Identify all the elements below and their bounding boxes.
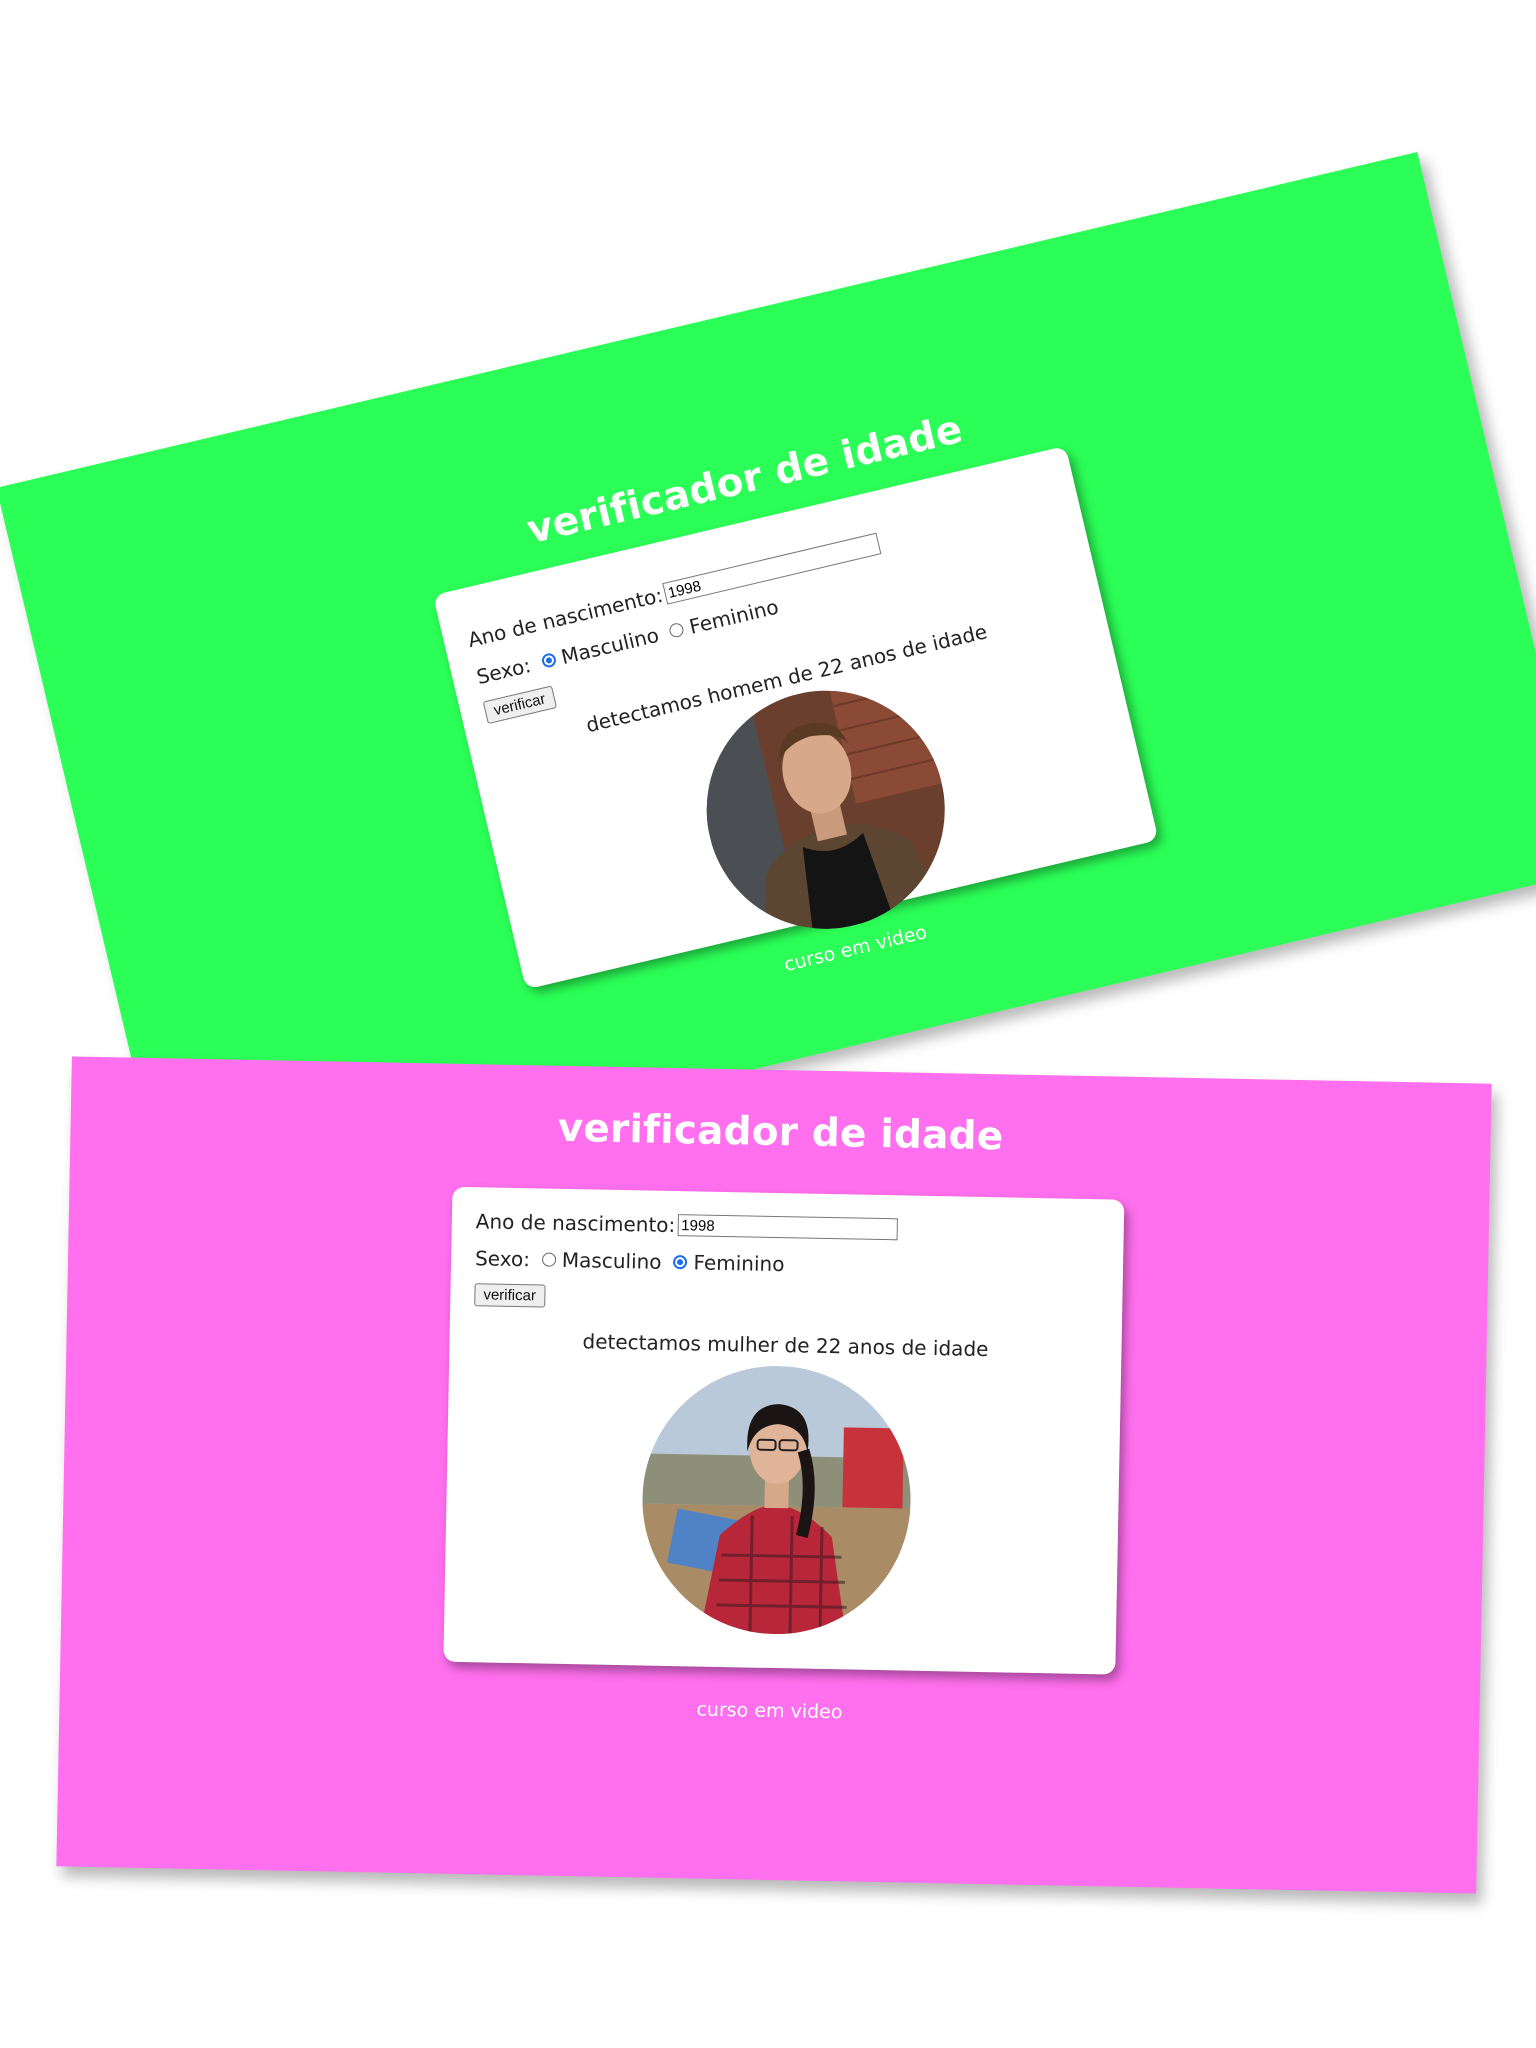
year-input[interactable] (661, 532, 881, 605)
verify-button[interactable]: verificar (482, 685, 557, 725)
sex-label: Sexo: (474, 653, 534, 690)
radio-female-label[interactable]: Feminino (687, 595, 781, 639)
radio-male-label[interactable]: Masculino (559, 623, 661, 669)
form-card: Ano de nascimento: Sexo: Masculino Femin… (443, 1186, 1125, 1675)
page-title: verificador de idade (557, 1105, 1004, 1160)
result-text: detectamos mulher de 22 anos de idade (582, 1329, 989, 1362)
radio-female-label[interactable]: Feminino (693, 1250, 784, 1276)
radio-male[interactable] (540, 651, 558, 669)
year-input[interactable] (677, 1214, 898, 1241)
radio-female[interactable] (673, 1255, 688, 1270)
sex-label: Sexo: (474, 1246, 531, 1272)
button-row: verificar (474, 1283, 546, 1308)
year-label: Ano de nascimento: (475, 1209, 676, 1238)
button-row: verificar (482, 685, 557, 725)
radio-male-label[interactable]: Masculino (562, 1248, 662, 1274)
radio-male[interactable] (541, 1252, 557, 1267)
screenshot-female: verificador de idade Ano de nascimento: … (56, 1056, 1492, 1894)
screenshot-male: verificador de idade Ano de nascimento: … (0, 151, 1536, 1209)
verify-button[interactable]: verificar (474, 1283, 546, 1308)
radio-female[interactable] (668, 621, 686, 639)
man-photo-icon (682, 666, 969, 953)
woman-photo-svg (639, 1363, 914, 1637)
woman-photo-icon (639, 1363, 914, 1637)
man-photo-svg (682, 666, 969, 953)
sex-row: Sexo: Masculino Feminino (475, 1246, 785, 1276)
footer: curso em video (696, 1698, 843, 1724)
year-row: Ano de nascimento: (476, 1209, 898, 1241)
